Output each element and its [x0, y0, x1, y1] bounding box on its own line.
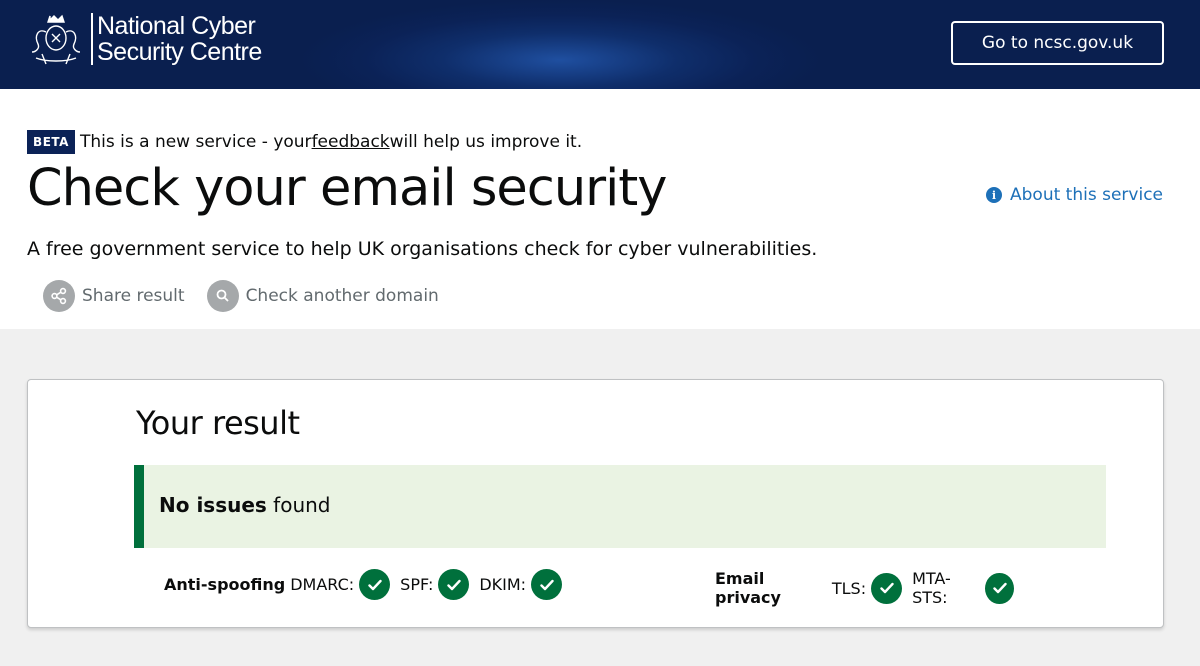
result-summary-bold: No issues: [159, 493, 267, 517]
check-label: TLS:: [831, 578, 867, 598]
brand-name[interactable]: National Cyber Security Centre: [91, 13, 262, 65]
check-label: DKIM:: [479, 575, 527, 594]
email-privacy-group: Email privacy TLS: MTA-STS:: [715, 569, 1024, 607]
beta-text-after: will help us improve it.: [389, 132, 583, 152]
info-icon: i: [986, 187, 1003, 203]
go-to-ncsc-button[interactable]: Go to ncsc.gov.uk: [951, 21, 1164, 65]
beta-tag: BETA: [27, 130, 75, 154]
group-title: Email privacy: [715, 569, 781, 607]
check-another-domain-button[interactable]: Check another domain: [206, 280, 439, 312]
check-label: DMARC:: [290, 575, 355, 594]
result-card: Your result No issues found Anti-spoofin…: [27, 379, 1164, 628]
brand-line-2: Security Centre: [97, 38, 262, 66]
check-label: MTA-STS:: [912, 569, 951, 607]
feedback-link[interactable]: feedback: [312, 132, 390, 152]
result-summary: No issues found: [159, 493, 331, 517]
share-icon: [43, 280, 75, 312]
check-another-domain-label: Check another domain: [245, 286, 439, 306]
check-tls: TLS:: [831, 572, 903, 604]
page-title: Check your email security: [27, 159, 667, 218]
check-pass-icon: [871, 572, 903, 604]
royal-crest-logo: [31, 14, 81, 65]
check-results: Anti-spoofing DMARC: SPF: DKIM: Email pr…: [164, 569, 1024, 607]
anti-spoofing-group: Anti-spoofing DMARC: SPF: DKIM:: [164, 569, 572, 600]
check-label: SPF:: [400, 575, 434, 594]
result-summary-rest: found: [266, 493, 331, 517]
check-dkim: DKIM:: [479, 569, 563, 600]
hero-section: BETA This is a new service - your feedba…: [0, 89, 1200, 329]
check-dmarc: DMARC:: [290, 569, 391, 600]
beta-banner: BETA This is a new service - your feedba…: [27, 130, 582, 154]
check-mta-sts: MTA-STS:: [912, 569, 1014, 607]
share-result-label: Share result: [82, 286, 185, 306]
share-result-button[interactable]: Share result: [43, 280, 185, 312]
page-subtitle: A free government service to help UK org…: [27, 238, 818, 260]
search-icon: [206, 280, 239, 312]
beta-text-before: This is a new service - your: [80, 132, 312, 152]
brand-line-1: National Cyber: [97, 12, 256, 40]
check-pass-icon: [438, 569, 470, 600]
about-service-label: About this service: [1010, 185, 1163, 205]
check-pass-icon: [531, 569, 563, 600]
result-heading: Your result: [136, 404, 300, 442]
check-spf: SPF:: [400, 569, 470, 600]
group-title: Anti-spoofing: [164, 575, 286, 594]
result-summary-panel: No issues found: [134, 465, 1106, 548]
site-header: National Cyber Security Centre Go to ncs…: [0, 0, 1200, 89]
about-service-link[interactable]: i About this service: [986, 185, 1163, 205]
result-actions: Share result Check another domain: [43, 280, 461, 312]
check-pass-icon: [359, 569, 391, 600]
check-pass-icon: [985, 572, 1014, 604]
